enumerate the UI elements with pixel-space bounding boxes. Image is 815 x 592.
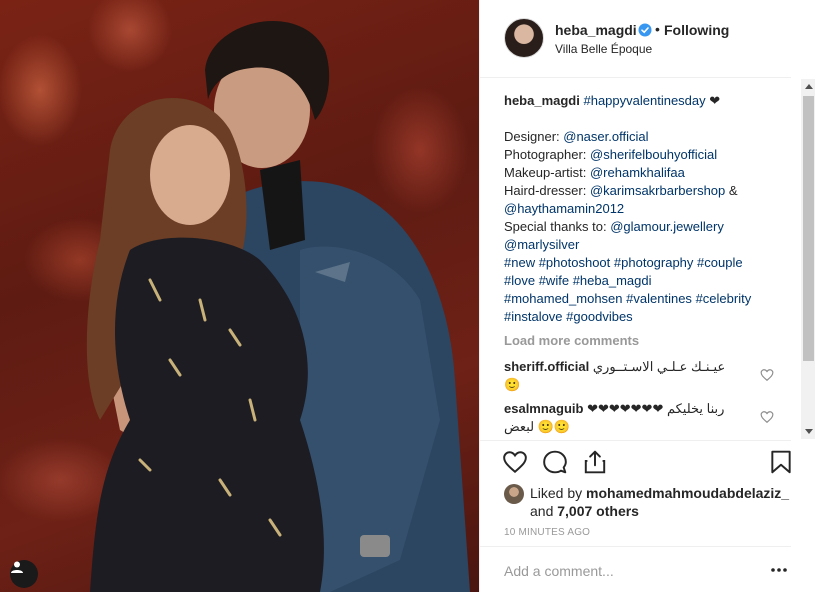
load-more-comments-button[interactable]: Load more comments	[504, 333, 639, 348]
comment-icon[interactable]	[542, 449, 568, 475]
post-timestamp[interactable]: 10 MINUTES AGO	[504, 527, 590, 538]
caption-line: Designer: @naser.official	[504, 128, 782, 146]
caption-label: Photographer:	[504, 147, 591, 162]
caption-mention[interactable]: @karimsakrbarbershop	[590, 183, 725, 198]
caption-hashtag[interactable]: #love	[504, 273, 535, 288]
caption-hashtag[interactable]: #goodvibes	[566, 309, 633, 324]
comment-item: esalmnaguib ❤❤❤❤❤❤❤ ربنا يخليكم لبعض 🙂🙂	[504, 400, 754, 436]
post-header: heba_magdi • Following Villa Belle Époqu…	[480, 0, 791, 78]
comment-like-icon[interactable]	[760, 368, 774, 382]
caption-mention[interactable]: @marlysilver	[504, 237, 579, 252]
comment-text-cont: 🙂	[504, 377, 521, 392]
scroll-down-icon[interactable]	[801, 424, 815, 439]
caption-hashtag[interactable]: #couple	[697, 255, 743, 270]
caption-line: #new #photoshoot #photography #couple	[504, 254, 782, 272]
caption-label: Special thanks to:	[504, 219, 611, 234]
caption-mention[interactable]: @rehamkhalifaa	[590, 165, 685, 180]
liker-avatar[interactable]	[504, 484, 524, 504]
comment-text: عيـنـك عـلـي الاسـتــوري	[592, 359, 726, 374]
comment-item: sheriff.official عيـنـك عـلـي الاسـتــور…	[504, 358, 754, 394]
caption-hashtag[interactable]: #instalove	[504, 309, 563, 324]
heart-icon[interactable]	[502, 449, 528, 475]
caption-label: Designer:	[504, 129, 564, 144]
scroll-up-icon[interactable]	[801, 79, 815, 94]
header-separator: •	[655, 21, 660, 37]
post-details-panel: heba_magdi • Following Villa Belle Époqu…	[479, 0, 815, 592]
add-comment-bar	[480, 546, 791, 592]
caption-heart: ❤	[709, 93, 721, 108]
post-caption: heba_magdi #happyvalentinesday ❤ Designe…	[504, 92, 782, 326]
caption-hashtag[interactable]: #valentines	[626, 291, 692, 306]
more-options-icon[interactable]	[770, 567, 788, 573]
caption-line: @haythamamin2012	[504, 200, 782, 218]
caption-mention[interactable]: @haythamamin2012	[504, 201, 624, 216]
liker-username[interactable]: mohamedmahmoudabdelaziz_	[586, 485, 789, 501]
add-comment-input[interactable]	[504, 561, 734, 581]
comment-username[interactable]: esalmnaguib	[504, 401, 583, 416]
user-tag-icon[interactable]	[10, 560, 38, 588]
post-actions	[480, 440, 791, 480]
caption-hashtag[interactable]: #new	[504, 255, 535, 270]
comments-scrollbar[interactable]	[801, 79, 815, 439]
comment-text-cont: لبعض 🙂🙂	[504, 419, 571, 434]
likes-prefix: Liked by	[530, 485, 587, 501]
caption-line: Haird-dresser: @karimsakrbarbershop &	[504, 182, 782, 200]
caption-hashtag[interactable]: #wife	[539, 273, 569, 288]
caption-username[interactable]: heba_magdi	[504, 93, 580, 108]
likes-summary: Liked by mohamedmahmoudabdelaziz_ and 7,…	[504, 482, 794, 522]
verified-icon	[638, 23, 652, 37]
caption-line: @marlysilver	[504, 236, 782, 254]
likes-text: Liked by mohamedmahmoudabdelaziz_ and 7,…	[530, 484, 789, 520]
comment-username[interactable]: sheriff.official	[504, 359, 589, 374]
couple-photo-illustration	[86, 21, 470, 592]
caption-line: Makeup-artist: @rehamkhalifaa	[504, 164, 782, 182]
caption-suffix: &	[725, 183, 738, 198]
caption-mention[interactable]: @naser.official	[563, 129, 648, 144]
caption-line: Special thanks to: @glamour.jewellery	[504, 218, 782, 236]
caption-hashtag[interactable]: #mohamed_mohsen	[504, 291, 623, 306]
comment-text: ❤❤❤❤❤❤❤ ربنا يخليكم	[587, 401, 725, 416]
likes-count[interactable]: 7,007 others	[557, 503, 639, 519]
bookmark-icon[interactable]	[768, 449, 794, 475]
scroll-thumb[interactable]	[803, 96, 814, 361]
caption-line: #instalove #goodvibes	[504, 308, 782, 326]
caption-line: #love #wife #heba_magdi	[504, 272, 782, 290]
share-icon[interactable]	[582, 449, 608, 475]
caption-mention[interactable]: @glamour.jewellery	[610, 219, 724, 234]
caption-hashtag[interactable]: #photography	[614, 255, 694, 270]
post-location[interactable]: Villa Belle Époque	[555, 42, 652, 56]
following-button[interactable]: Following	[664, 22, 729, 38]
post-photo[interactable]	[0, 0, 479, 592]
caption-mention[interactable]: @sherifelbouhyofficial	[590, 147, 717, 162]
caption-hashtag[interactable]: #heba_magdi	[573, 273, 652, 288]
caption-label: Haird-dresser:	[504, 183, 590, 198]
caption-hashtag[interactable]: #happyvalentinesday	[583, 93, 705, 108]
caption-label: Makeup-artist:	[504, 165, 590, 180]
avatar[interactable]	[504, 18, 544, 58]
caption-hashtag[interactable]: #photoshoot	[539, 255, 611, 270]
caption-line: #mohamed_mohsen #valentines #celebrity	[504, 290, 782, 308]
comments-list[interactable]: heba_magdi #happyvalentinesday ❤ Designe…	[480, 79, 802, 439]
post-username[interactable]: heba_magdi	[555, 22, 637, 38]
caption-line: Photographer: @sherifelbouhyofficial	[504, 146, 782, 164]
caption-hashtag[interactable]: #celebrity	[696, 291, 752, 306]
likes-middle: and	[530, 503, 558, 519]
comment-like-icon[interactable]	[760, 410, 774, 424]
